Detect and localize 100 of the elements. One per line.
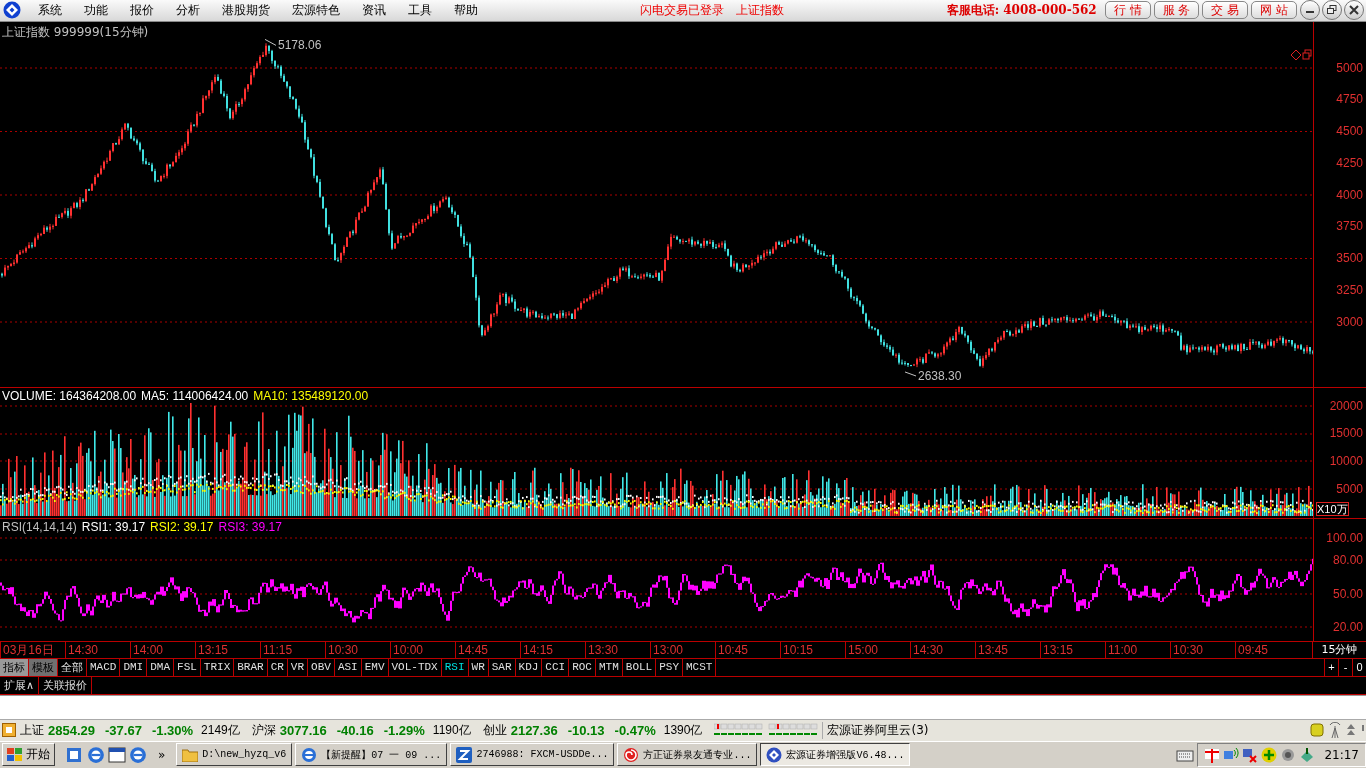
axis-label: 100.00: [1326, 531, 1363, 544]
legend-text: RSI1: 39.17: [81, 519, 146, 534]
high-marker: [264, 38, 277, 46]
index-percent: -1.29%: [383, 722, 425, 738]
network-error-icon[interactable]: [1242, 746, 1259, 763]
axis-label: 4000: [1336, 188, 1363, 201]
taskbar-button[interactable]: 宏源证券增强版V6.48...: [760, 743, 911, 767]
menu-item[interactable]: 功能: [73, 1, 119, 19]
time-label: 10:00: [390, 641, 455, 658]
time-label: 13:15: [195, 641, 260, 658]
legend-text: RSI(14,14,14): [2, 519, 77, 534]
nav-button[interactable]: 服 务: [1153, 1, 1200, 20]
time-label: 13:30: [585, 641, 650, 658]
keyboard-icon[interactable]: [1176, 747, 1195, 762]
arrows-icon[interactable]: [1346, 723, 1356, 738]
low-marker: [904, 371, 917, 377]
menu-item[interactable]: 系统: [27, 1, 73, 19]
legend-text: RSI3: 39.17: [218, 519, 282, 534]
index-amount: 1190亿: [432, 721, 471, 739]
taskbar-button[interactable]: 【新提醒】07 一 09 ...: [295, 743, 448, 767]
window-icon[interactable]: [2, 723, 16, 738]
time-label: 09:45: [1235, 641, 1300, 658]
folder-icon: [182, 747, 199, 762]
axis-label: 4500: [1336, 125, 1363, 138]
browser-icon[interactable]: [87, 745, 105, 764]
axis-label: 5000: [1336, 61, 1363, 74]
swirl-icon: [623, 746, 640, 763]
restore-icon[interactable]: [1302, 49, 1312, 60]
logo-icon[interactable]: [3, 1, 21, 20]
diamond-icon[interactable]: [1290, 49, 1302, 61]
app-icon: [456, 746, 473, 763]
taskbar-button[interactable]: 方正证券泉友通专业...: [617, 743, 758, 767]
restore-icon: [1327, 5, 1337, 16]
axis-label: 3750: [1336, 220, 1363, 233]
index-value: 2127.36: [510, 722, 558, 738]
menu-item[interactable]: 工具: [397, 1, 443, 19]
browser-icon[interactable]: [129, 745, 147, 764]
index-name: 沪深: [251, 721, 276, 739]
taskbar-button[interactable]: D:\new_hyzq_v6: [176, 743, 293, 767]
time-label: 10:30: [325, 641, 390, 658]
time-label: 15:00: [845, 641, 910, 658]
unit-label: X10万: [1316, 501, 1349, 516]
menu-item[interactable]: 港股期货: [211, 1, 281, 19]
axis-label: 5000: [1336, 482, 1363, 495]
axis-label: 15000: [1329, 427, 1363, 440]
legend-text: MA5: 114006424.00: [141, 388, 249, 403]
speaker-icon[interactable]: [1280, 746, 1297, 763]
restore-button[interactable]: [1322, 0, 1342, 21]
index-change: -10.13: [567, 722, 605, 738]
close-icon: [1349, 5, 1359, 16]
clock: 21:17: [1324, 747, 1359, 762]
axis-label: 4250: [1336, 156, 1363, 169]
status-text: 闪电交易已登录: [639, 1, 724, 19]
nav-button[interactable]: 行 情: [1104, 1, 1151, 20]
nav-button[interactable]: 网 站: [1251, 1, 1297, 20]
menu-item[interactable]: 分析: [165, 1, 211, 19]
launch-icon[interactable]: [66, 745, 84, 764]
index-percent: -0.47%: [614, 722, 656, 738]
index-value: 3077.16: [279, 722, 327, 738]
menu-item[interactable]: 报价: [119, 1, 165, 19]
time-label: 14:00: [130, 641, 195, 658]
index-amount: 1390亿: [663, 721, 703, 739]
window-icon[interactable]: [108, 745, 126, 764]
axis-label: 4750: [1336, 93, 1363, 106]
device-icon[interactable]: [1299, 746, 1316, 763]
period-label[interactable]: 15分钟: [1312, 641, 1366, 658]
chart-title: 上证指数 999999(15分钟): [2, 23, 149, 41]
plus-icon[interactable]: [1261, 746, 1278, 763]
menu-item[interactable]: 资讯: [351, 1, 397, 19]
time-label: 13:45: [975, 641, 1040, 658]
time-label: 10:30: [1170, 641, 1235, 658]
time-label: 14:30: [910, 641, 975, 658]
legend-text: VOLUME: 164364208.00: [2, 388, 137, 403]
menu-item[interactable]: 宏源特色: [281, 1, 351, 19]
low-price-label: 2638.30: [918, 368, 962, 383]
nav-button[interactable]: 交 易: [1202, 1, 1249, 20]
index-change: -37.67: [105, 722, 142, 738]
more-button[interactable]: »: [158, 747, 166, 762]
menu-item[interactable]: 帮助: [443, 1, 489, 19]
high-price-label: 5178.06: [278, 38, 322, 53]
taskbar-button[interactable]: 2746988: FXCM-USDDe...: [450, 743, 615, 767]
time-label: 14:15: [520, 641, 585, 658]
index-value: 2854.29: [48, 722, 95, 738]
windows-flag-icon: [7, 747, 23, 762]
index-name: 上证: [20, 721, 44, 739]
axis-label: 3250: [1336, 283, 1363, 296]
time-label: 14:30: [65, 641, 130, 658]
legend-text: RSI2: 39.17: [150, 519, 214, 534]
axis-label: 20000: [1329, 399, 1363, 412]
time-label: 10:45: [715, 641, 780, 658]
index-name: 创业: [482, 721, 507, 739]
close-button[interactable]: [1344, 0, 1364, 21]
flag-icon[interactable]: [1204, 746, 1221, 763]
start-button[interactable]: 开始: [2, 743, 55, 767]
axis-label: 80.00: [1332, 553, 1363, 566]
status-text: 上证指数: [735, 1, 784, 19]
time-label: 13:00: [650, 641, 715, 658]
index-change: -40.16: [336, 722, 374, 738]
browser-icon: [301, 746, 318, 763]
minimize-button[interactable]: [1300, 0, 1320, 21]
